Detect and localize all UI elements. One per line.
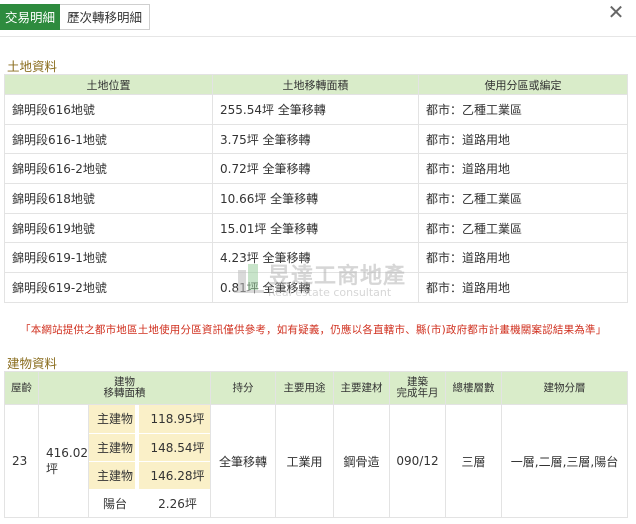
sub-area-value: 146.28坪 xyxy=(139,461,210,490)
land-location: 錦明段618地號 xyxy=(4,183,213,214)
col-land-transfer-area: 土地移轉面積 xyxy=(212,74,419,95)
building-floors: 三層 xyxy=(445,404,502,518)
sub-area-type: 主建物 xyxy=(89,461,135,490)
sub-area-row: 主建物 146.28坪 xyxy=(89,461,210,490)
land-area: 255.54坪 全筆移轉 xyxy=(212,94,419,125)
sub-area-value: 2.26坪 xyxy=(158,496,197,511)
table-row: 23 416.02坪 主建物 118.95坪 主建物 148.54坪 主建物 1… xyxy=(4,404,628,518)
col-land-location: 土地位置 xyxy=(4,74,213,95)
land-section-title: 土地資料 xyxy=(7,59,58,74)
col-land-zoning: 使用分區或編定 xyxy=(418,74,628,95)
close-icon[interactable]: ✕ xyxy=(606,2,626,22)
col-completed-bottom: 完成年月 xyxy=(396,387,439,399)
land-zoning: 都市：道路用地 xyxy=(418,272,628,303)
sub-area-type: 陽台 xyxy=(102,496,127,511)
zoning-disclaimer: 「本網站提供之都市地區土地使用分區資訊僅供參考，如有疑義，仍應以各直轄市、縣(市… xyxy=(20,324,607,336)
tab-transaction-details[interactable]: 交易明細 xyxy=(0,4,60,30)
building-table: 屋齡 建物 移轉面積 持分 主要用途 主要建材 建築 完成年月 總樓層數 建物分… xyxy=(4,371,628,518)
land-location: 錦明段616地號 xyxy=(4,94,213,125)
land-zoning: 都市：道路用地 xyxy=(418,242,628,274)
tab-transfer-history[interactable]: 歷次轉移明細 xyxy=(60,4,150,30)
land-area: 0.81坪 全筆移轉 xyxy=(212,272,419,303)
land-location: 錦明段616-1地號 xyxy=(4,123,213,155)
building-age: 23 xyxy=(4,404,39,518)
col-floors: 總樓層數 xyxy=(445,371,502,405)
land-zoning: 都市：乙種工業區 xyxy=(418,94,628,125)
land-area: 0.72坪 全筆移轉 xyxy=(212,153,419,185)
table-row: 錦明段619地號 15.01坪 全筆移轉 都市：乙種工業區 xyxy=(4,212,628,244)
col-building-area-bottom: 移轉面積 xyxy=(103,387,146,399)
col-share: 持分 xyxy=(210,371,276,405)
building-completed: 090/12 xyxy=(389,404,446,518)
land-area: 3.75坪 全筆移轉 xyxy=(212,123,419,155)
land-location: 錦明段619-2地號 xyxy=(4,272,213,303)
sub-area-row: 主建物 148.54坪 xyxy=(89,433,210,462)
sub-area-row: 主建物 118.95坪 xyxy=(89,405,210,434)
land-zoning: 都市：道路用地 xyxy=(418,123,628,155)
land-zoning: 都市：道路用地 xyxy=(418,153,628,185)
col-usage: 主要用途 xyxy=(275,371,334,405)
table-row: 錦明段619-2地號 0.81坪 全筆移轉 都市：道路用地 xyxy=(4,272,628,303)
sub-area-value: 118.95坪 xyxy=(139,405,210,434)
table-row: 錦明段616-1地號 3.75坪 全筆移轉 都市：道路用地 xyxy=(4,123,628,155)
tab-bar: 交易明細 歷次轉移明細 xyxy=(0,4,150,30)
table-row: 錦明段616地號 255.54坪 全筆移轉 都市：乙種工業區 xyxy=(4,94,628,125)
col-age: 屋齡 xyxy=(4,371,39,405)
sub-area-row: 陽台 2.26坪 xyxy=(89,489,210,517)
building-section-title: 建物資料 xyxy=(7,356,58,371)
table-row: 錦明段618地號 10.66坪 全筆移轉 都市：乙種工業區 xyxy=(4,183,628,214)
building-total-area: 416.02坪 xyxy=(39,405,89,517)
sub-area-value: 148.54坪 xyxy=(139,433,210,462)
table-row: 錦明段616-2地號 0.72坪 全筆移轉 都市：道路用地 xyxy=(4,153,628,185)
building-usage: 工業用 xyxy=(275,404,334,518)
col-completed: 建築 完成年月 xyxy=(389,371,446,405)
land-zoning: 都市：乙種工業區 xyxy=(418,212,628,244)
col-building-area: 建物 移轉面積 xyxy=(38,371,211,405)
sub-area-type: 主建物 xyxy=(89,405,135,434)
land-area: 10.66坪 全筆移轉 xyxy=(212,183,419,214)
building-material: 鋼骨造 xyxy=(333,404,390,518)
building-table-header: 屋齡 建物 移轉面積 持分 主要用途 主要建材 建築 完成年月 總樓層數 建物分… xyxy=(4,371,628,405)
land-location: 錦明段619-1地號 xyxy=(4,242,213,274)
land-zoning: 都市：乙種工業區 xyxy=(418,183,628,214)
col-material: 主要建材 xyxy=(333,371,390,405)
tab-divider xyxy=(0,36,636,37)
table-row: 錦明段619-1地號 4.23坪 全筆移轉 都市：道路用地 xyxy=(4,242,628,274)
land-location: 錦明段616-2地號 xyxy=(4,153,213,185)
col-floor-split: 建物分層 xyxy=(501,371,628,405)
land-area: 4.23坪 全筆移轉 xyxy=(212,242,419,274)
land-table-header: 土地位置 土地移轉面積 使用分區或編定 xyxy=(4,74,628,95)
building-sub-areas: 主建物 118.95坪 主建物 148.54坪 主建物 146.28坪 陽台 2… xyxy=(89,405,210,517)
building-floor-split: 一層,二層,三層,陽台 xyxy=(501,404,628,518)
building-share: 全筆移轉 xyxy=(210,404,276,518)
land-location: 錦明段619地號 xyxy=(4,212,213,244)
building-area-cell: 416.02坪 主建物 118.95坪 主建物 148.54坪 主建物 146.… xyxy=(38,404,211,518)
land-table: 土地位置 土地移轉面積 使用分區或編定 錦明段616地號 255.54坪 全筆移… xyxy=(4,74,628,303)
sub-area-type: 主建物 xyxy=(89,433,135,462)
land-area: 15.01坪 全筆移轉 xyxy=(212,212,419,244)
